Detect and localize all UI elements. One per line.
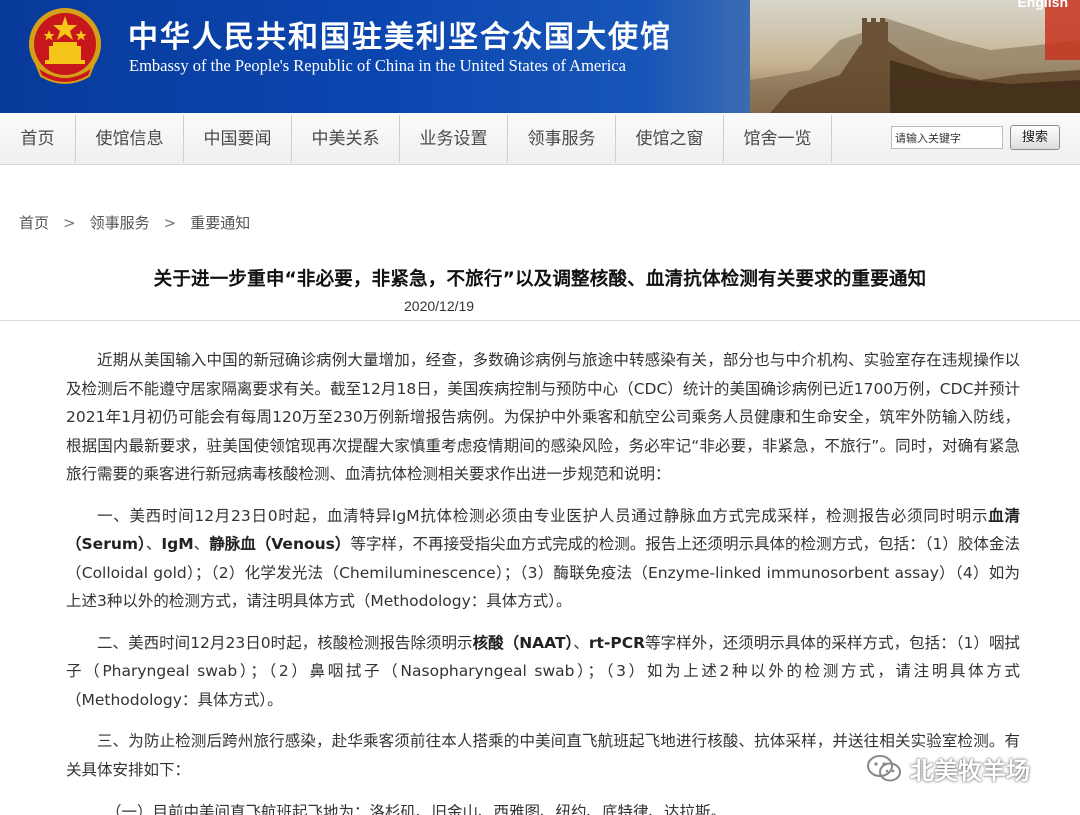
watermark-text: 北美牧羊场 bbox=[910, 757, 1030, 785]
embassy-title-en: Embassy of the People's Republic of Chin… bbox=[129, 56, 626, 75]
nav-divider bbox=[831, 115, 832, 163]
breadcrumb-consular-services[interactable]: 领事服务 bbox=[90, 214, 150, 232]
national-emblem-icon bbox=[29, 8, 101, 84]
article-body: 近期从美国输入中国的新冠确诊病例大量增加，经查，多数确诊病例与旅途中转感染有关，… bbox=[66, 346, 1020, 815]
nav-item-embassy-info[interactable]: 使馆信息 bbox=[76, 113, 183, 165]
paragraph-text: 一、美西时间12月23日0时起，血清特异IgM抗体检测必须由专业医护人员通过静脉… bbox=[97, 506, 989, 525]
title-divider bbox=[0, 320, 1080, 321]
breadcrumb-home[interactable]: 首页 bbox=[19, 214, 49, 232]
nav-item-home[interactable]: 首页 bbox=[0, 113, 75, 165]
wechat-watermark: 北美牧羊场 bbox=[866, 751, 1030, 786]
article-paragraph-serology: 一、美西时间12月23日0时起，血清特异IgM抗体检测必须由专业医护人员通过静脉… bbox=[66, 502, 1020, 616]
nav-item-departments[interactable]: 业务设置 bbox=[400, 113, 507, 165]
breadcrumb-chevron-icon: > bbox=[63, 214, 76, 232]
great-wall-image bbox=[750, 0, 1080, 113]
nav-item-consular-services[interactable]: 领事服务 bbox=[508, 113, 615, 165]
paragraph-text: 二、美西时间12月23日0时起，核酸检测报告除须明示 bbox=[97, 633, 473, 652]
english-language-link[interactable]: English bbox=[1017, 0, 1068, 10]
breadcrumb-important-notice[interactable]: 重要通知 bbox=[190, 214, 250, 232]
nav-item-china-us-relations[interactable]: 中美关系 bbox=[292, 113, 399, 165]
paragraph-text: 、 bbox=[193, 535, 210, 553]
article-paragraph-intro: 近期从美国输入中国的新冠确诊病例大量增加，经查，多数确诊病例与旅途中转感染有关，… bbox=[66, 351, 1020, 483]
nav-item-china-news[interactable]: 中国要闻 bbox=[184, 113, 291, 165]
search-button[interactable]: 搜索 bbox=[1010, 125, 1060, 150]
article-title: 关于进一步重申“非必要，非紧急，不旅行”以及调整核酸、血清抗体检测有关要求的重要… bbox=[153, 269, 927, 290]
bold-term: 静脉血（Venous） bbox=[209, 535, 351, 553]
article-paragraph-nucleic-acid: 二、美西时间12月23日0时起，核酸检测报告除须明示核酸（NAAT）、rt-PC… bbox=[66, 629, 1020, 715]
paragraph-text: 、 bbox=[573, 633, 589, 652]
header-banner: 中华人民共和国驻美利坚合众国大使馆 Embassy of the People'… bbox=[0, 0, 1080, 113]
nav-item-premises[interactable]: 馆舍一览 bbox=[724, 113, 831, 165]
nav-item-embassy-window[interactable]: 使馆之窗 bbox=[616, 113, 723, 165]
wechat-icon bbox=[867, 754, 901, 781]
paragraph-text: 、 bbox=[145, 535, 162, 553]
main-nav-bar: 首页 使馆信息 中国要闻 中美关系 业务设置 领事服务 使馆之窗 馆舍一览 搜索 bbox=[0, 113, 1080, 165]
article-date: 2020/12/19 bbox=[404, 298, 475, 314]
breadcrumb-chevron-icon: > bbox=[163, 214, 177, 232]
bold-term: IgM bbox=[161, 535, 194, 553]
article-paragraph-flight-cities: （一）目前中美间直飞航班起飞地为：洛杉矶、旧金山、西雅图、纽约、底特律、达拉斯。 bbox=[106, 803, 727, 815]
bold-term: rt-PCR bbox=[588, 633, 646, 652]
breadcrumb: 首页 > 领事服务 > 重要通知 bbox=[19, 212, 250, 233]
embassy-title-cn: 中华人民共和国驻美利坚合众国大使馆 bbox=[128, 20, 672, 55]
search-input[interactable] bbox=[891, 126, 1003, 149]
bold-term: 核酸（NAAT） bbox=[472, 633, 574, 652]
